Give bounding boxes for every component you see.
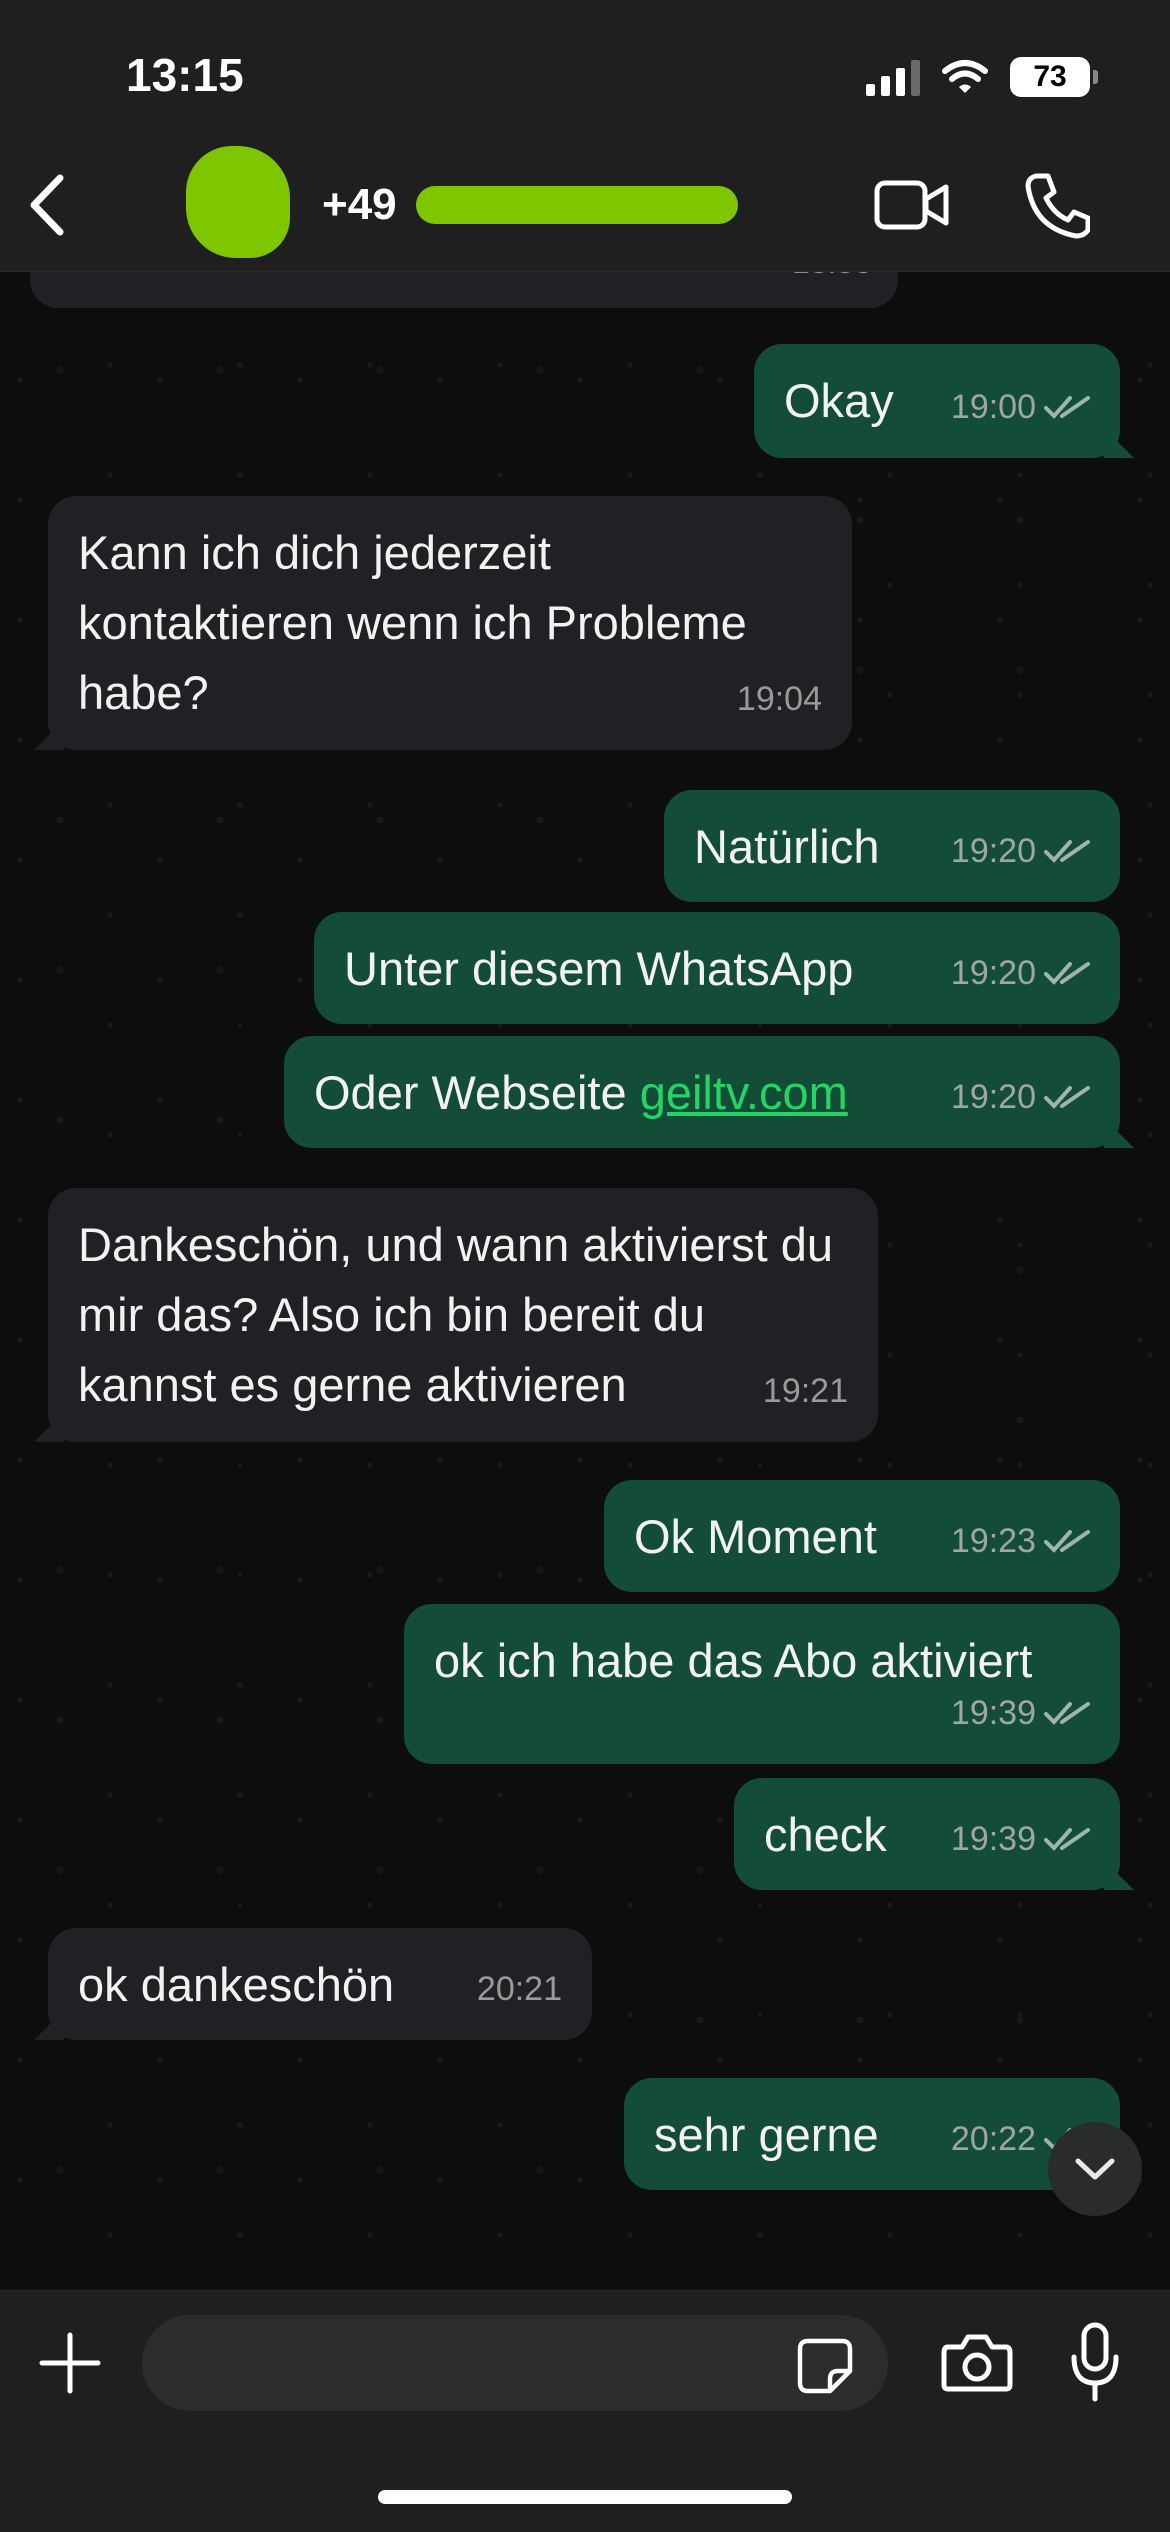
website-link[interactable]: geiltv.com (640, 1066, 848, 1119)
message-outgoing[interactable]: check 19:39 (734, 1778, 1134, 1890)
chevron-down-icon (1075, 2158, 1115, 2180)
double-check-icon (1044, 1828, 1090, 1851)
status-time: 13:15 (126, 49, 244, 101)
message-outgoing[interactable]: Natürlich 19:20 (664, 790, 1120, 902)
message-time: 19:00 (950, 388, 1036, 426)
double-check-icon (1044, 962, 1090, 985)
phone-call-icon[interactable] (1024, 170, 1090, 240)
message-text: check (764, 1808, 887, 1861)
message-text: Oder Webseite (314, 1066, 640, 1119)
message-time: 19:39 (950, 1820, 1036, 1858)
message-outgoing[interactable]: ok ich habe das Abo aktiviert 19:39 (404, 1604, 1120, 1764)
plus-icon[interactable] (38, 2331, 102, 2395)
message-text: Dankeschön, und wann aktivierst du mir d… (78, 1218, 834, 1411)
message-text: ok dankeschön (78, 1958, 395, 2011)
message-incoming[interactable]: ok dankeschön 20:21 (34, 1928, 592, 2040)
message-incoming[interactable]: Dankeschön, und wann aktivierst du mir d… (34, 1188, 878, 1442)
message-incoming[interactable]: Kann ich dich jederzeit kontaktieren wen… (34, 496, 852, 750)
message-text: sehr gerne (654, 2108, 879, 2161)
message-time: 20:21 (476, 1970, 562, 2008)
message-text: Natürlich (694, 820, 880, 873)
status-icons: 73 (866, 54, 1098, 100)
message-time: 19:20 (950, 954, 1036, 992)
message-outgoing[interactable]: Oder Webseite geiltv.com 19:20 (284, 1036, 1134, 1148)
double-check-icon (1044, 1086, 1090, 1109)
message-text: Unter diesem WhatsApp (344, 942, 854, 995)
home-indicator (378, 2490, 792, 2504)
message-outgoing[interactable]: Unter diesem WhatsApp 19:20 (314, 912, 1120, 1024)
message-time: 19:23 (950, 1522, 1036, 1560)
message-time: 19:20 (950, 832, 1036, 870)
message-input[interactable] (142, 2315, 888, 2411)
microphone-icon[interactable] (1070, 2321, 1120, 2403)
double-check-icon (1044, 396, 1090, 419)
message-text: ok ich habe das Abo aktiviert (434, 1634, 1033, 1687)
message-text: Ok Moment (634, 1510, 877, 1563)
message-text: Okay (784, 374, 894, 427)
message-time: 19:39 (950, 1694, 1036, 1732)
cellular-signal-icon (866, 58, 920, 96)
message-outgoing[interactable]: sehr gerne 20:22 (624, 2078, 1134, 2190)
video-call-icon[interactable] (874, 175, 950, 235)
message-text: Kann ich dich jederzeit kontaktieren wen… (78, 526, 747, 719)
sticker-icon[interactable] (796, 2337, 854, 2395)
battery-indicator: 73 (1010, 57, 1098, 97)
double-check-icon (1044, 1530, 1090, 1553)
message-outgoing[interactable]: Ok Moment 19:23 (604, 1480, 1120, 1592)
scroll-to-bottom-button[interactable] (1048, 2122, 1142, 2216)
camera-icon[interactable] (940, 2331, 1014, 2395)
message-time: 19:04 (736, 680, 822, 718)
double-check-icon (1044, 1702, 1090, 1725)
redaction-bar (416, 186, 738, 224)
message-outgoing[interactable]: Okay 19:00 (754, 344, 1134, 458)
double-check-icon (1044, 840, 1090, 863)
message-time: 19:21 (762, 1372, 848, 1410)
message-time: 19:20 (950, 1078, 1036, 1116)
back-chevron-icon[interactable] (22, 170, 72, 240)
contact-name[interactable]: +49 (322, 180, 397, 230)
contact-avatar[interactable] (186, 146, 290, 258)
wifi-icon (942, 60, 988, 93)
chat-header: 13:15 73 +49 (0, 0, 1170, 272)
message-time: 20:22 (950, 2120, 1036, 2158)
